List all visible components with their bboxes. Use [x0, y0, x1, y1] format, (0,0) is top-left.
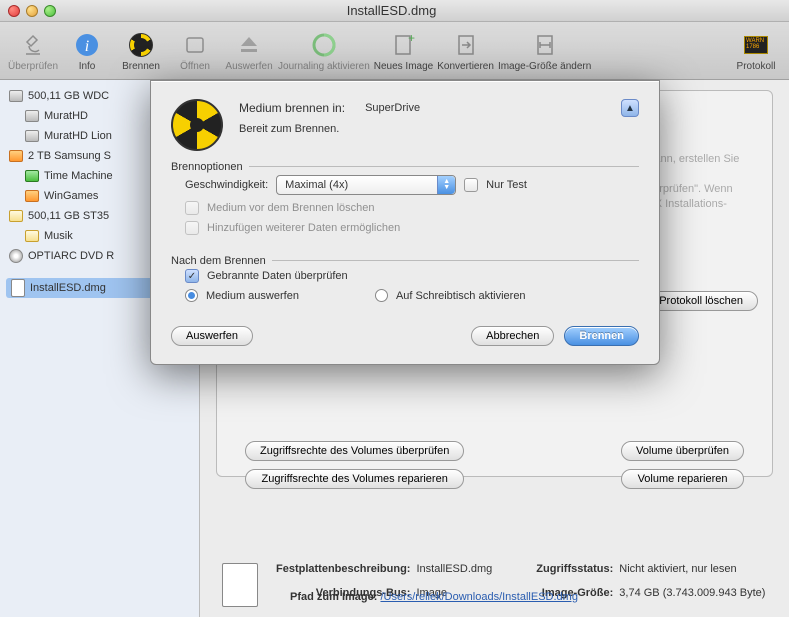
after-burn-fieldset: Nach dem Brennen ✓ Gebrannte Daten überp…: [171, 255, 639, 312]
burn-icon: [125, 29, 157, 61]
access-label: Zugriffsstatus:: [536, 563, 613, 584]
burn-options-title: Brennoptionen: [171, 161, 249, 173]
erase-before-label: Medium vor dem Brennen löschen: [207, 202, 375, 214]
sheet-eject-button[interactable]: Auswerfen: [171, 326, 253, 346]
new-image-icon: +: [387, 29, 419, 61]
dmg-icon: [11, 279, 25, 297]
toolbar-new-image[interactable]: +Neues Image: [374, 29, 433, 72]
erase-before-checkbox: [185, 201, 199, 215]
burn-large-icon: [171, 99, 223, 151]
eject-media-label: Medium auswerfen: [206, 290, 299, 302]
svg-text:+: +: [408, 32, 415, 45]
speed-select[interactable]: Maximal (4x) ▲▼: [276, 175, 456, 195]
close-window-button[interactable]: [8, 5, 20, 17]
mount-desktop-label: Auf Schreibtisch aktivieren: [396, 290, 526, 302]
hd-icon: [9, 90, 23, 102]
toolbar: Überprüfen iInfo Brennen Öffnen Auswerfe…: [0, 22, 789, 80]
check-volume-button[interactable]: Volume überprüfen: [621, 441, 744, 461]
desc-label: Festplattenbeschreibung:: [276, 563, 410, 584]
zoom-window-button[interactable]: [44, 5, 56, 17]
burn-in-label: Medium brennen in:: [239, 101, 345, 115]
toolbar-log[interactable]: WARN1786Protokoll: [731, 29, 781, 72]
path-row: Pfad zum Image: /Users/rellek/Downloads/…: [290, 591, 773, 603]
window-title: InstallESD.dmg: [56, 3, 727, 18]
toolbar-journaling[interactable]: Journaling aktivieren: [278, 29, 370, 72]
svg-text:i: i: [85, 38, 89, 55]
burn-options-fieldset: Brennoptionen Geschwindigkeit: Maximal (…: [171, 161, 639, 245]
eject-media-radio[interactable]: [185, 289, 198, 302]
toolbar-open[interactable]: Öffnen: [170, 29, 220, 72]
journal-icon: [308, 29, 340, 61]
log-icon: WARN1786: [740, 29, 772, 61]
verify-data-label: Gebrannte Daten überprüfen: [207, 270, 348, 282]
toolbar-convert[interactable]: Konvertieren: [437, 29, 494, 72]
toolbar-verify[interactable]: Überprüfen: [8, 29, 58, 72]
check-permissions-button[interactable]: Zugriffsrechte des Volumes überprüfen: [245, 441, 464, 461]
resize-icon: [529, 29, 561, 61]
verify-data-checkbox[interactable]: ✓: [185, 269, 199, 283]
after-burn-title: Nach dem Brennen: [171, 255, 272, 267]
burn-sheet: Medium brennen in: SuperDrive ▲ Bereit z…: [150, 80, 660, 365]
volume-icon: [25, 110, 39, 122]
sheet-burn-button[interactable]: Brennen: [564, 326, 639, 346]
timemachine-icon: [25, 170, 39, 182]
dmg-large-icon: [222, 563, 258, 607]
burn-status: Bereit zum Brennen.: [239, 123, 639, 135]
access-value: Nicht aktiviert, nur lesen: [619, 563, 765, 584]
append-data-checkbox: [185, 221, 199, 235]
test-only-label: Nur Test: [486, 179, 527, 191]
speed-label: Geschwindigkeit:: [185, 179, 268, 191]
toolbar-burn[interactable]: Brennen: [116, 29, 166, 72]
repair-volume-button[interactable]: Volume reparieren: [621, 469, 744, 489]
test-only-checkbox[interactable]: [464, 178, 478, 192]
info-icon: i: [71, 29, 103, 61]
desc-value: InstallESD.dmg: [416, 563, 492, 584]
open-icon: [179, 29, 211, 61]
titlebar: InstallESD.dmg: [0, 0, 789, 22]
mount-desktop-radio[interactable]: [375, 289, 388, 302]
sheet-cancel-button[interactable]: Abbrechen: [471, 326, 554, 346]
image-path-link[interactable]: /Users/rellek/Downloads/InstallESD.dmg: [380, 591, 577, 603]
hd-icon: [9, 210, 23, 222]
toolbar-eject[interactable]: Auswerfen: [224, 29, 274, 72]
speed-value: Maximal (4x): [285, 179, 348, 191]
path-label: Pfad zum Image:: [290, 591, 377, 603]
traffic-lights: [8, 5, 56, 17]
disclosure-toggle[interactable]: ▲: [621, 99, 639, 117]
volume-icon: [25, 130, 39, 142]
burn-drive-name: SuperDrive: [365, 102, 420, 114]
dvd-icon: [9, 249, 23, 263]
minimize-window-button[interactable]: [26, 5, 38, 17]
convert-icon: [450, 29, 482, 61]
microscope-icon: [17, 29, 49, 61]
hd-external-icon: [9, 150, 23, 162]
repair-permissions-button[interactable]: Zugriffsrechte des Volumes reparieren: [245, 469, 464, 489]
volume-icon: [25, 190, 39, 202]
toolbar-info[interactable]: iInfo: [62, 29, 112, 72]
append-data-label: Hinzufügen weiterer Daten ermöglichen: [207, 222, 400, 234]
volume-icon: [25, 230, 39, 242]
eject-icon: [233, 29, 265, 61]
toolbar-resize-image[interactable]: Image-Größe ändern: [498, 29, 591, 72]
select-arrows-icon: ▲▼: [437, 176, 455, 194]
clear-log-button[interactable]: Protokoll löschen: [644, 291, 758, 311]
